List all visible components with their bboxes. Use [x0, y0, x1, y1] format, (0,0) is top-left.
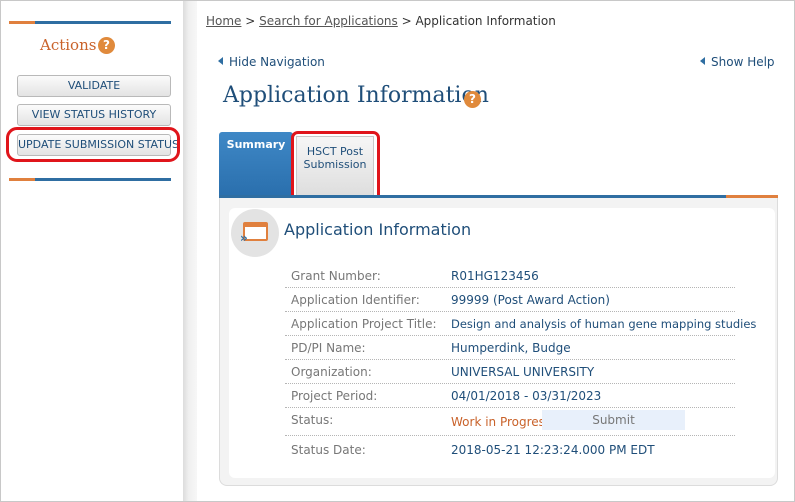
show-help-label: Show Help: [711, 55, 775, 69]
breadcrumb-separator: >: [397, 14, 416, 28]
window-icon: [243, 222, 268, 241]
triangle-left-icon: [218, 57, 223, 65]
status-label: Status:: [291, 413, 334, 427]
pd-pi-name-value: Humperdink, Budge: [451, 341, 571, 355]
view-status-history-button[interactable]: VIEW STATUS HISTORY: [17, 104, 171, 126]
project-title-value: Design and analysis of human gene mappin…: [451, 317, 757, 331]
actions-help-icon[interactable]: ?: [98, 37, 115, 54]
submit-button[interactable]: Submit: [542, 410, 685, 430]
project-period-value: 04/01/2018 - 03/31/2023: [451, 389, 602, 403]
info-row-status: Status: Work in Progress Submit: [285, 408, 735, 436]
project-title-label: Application Project Title:: [291, 317, 437, 331]
organization-value: UNIVERSAL UNIVERSITY: [451, 365, 595, 379]
breadcrumb: Home > Search for Applications > Applica…: [206, 14, 556, 28]
validate-button[interactable]: VALIDATE: [17, 75, 171, 97]
pd-pi-name-label: PD/PI Name:: [291, 341, 366, 355]
info-row-project-title: Application Project Title: Design and an…: [285, 312, 756, 336]
status-date-value: 2018-05-21 12:23:24.000 PM EDT: [451, 443, 655, 457]
hide-navigation-label: Hide Navigation: [229, 55, 325, 69]
highlight-ring-hsct-tab: [291, 131, 380, 202]
breadcrumb-search-link[interactable]: Search for Applications: [259, 14, 398, 28]
breadcrumb-separator: >: [241, 14, 260, 28]
grant-number-label: Grant Number:: [291, 269, 381, 283]
highlight-ring-update-status: [6, 127, 180, 162]
sidebar-bottom-rule: [9, 178, 171, 181]
page-title: Application Information: [223, 83, 489, 108]
info-row-application-identifier: Application Identifier: 99999 (Post Awar…: [285, 288, 735, 312]
sidebar-top-rule: [9, 21, 171, 24]
info-row-pd-pi-name: PD/PI Name: Humperdink, Budge: [285, 336, 735, 360]
status-date-label: Status Date:: [291, 443, 366, 457]
hide-navigation-link[interactable]: Hide Navigation: [218, 55, 325, 69]
grant-number-value: R01HG123456: [451, 269, 539, 283]
actions-heading: Actions: [40, 36, 97, 54]
info-row-project-period: Project Period: 04/01/2018 - 03/31/2023: [285, 384, 735, 408]
organization-label: Organization:: [291, 365, 372, 379]
info-row-status-date: Status Date: 2018-05-21 12:23:24.000 PM …: [285, 438, 735, 462]
double-chevron-right-icon: »: [240, 231, 248, 245]
status-value: Work in Progress: [451, 415, 552, 429]
info-row-organization: Organization: UNIVERSAL UNIVERSITY: [285, 360, 735, 384]
application-identifier-value: 99999 (Post Award Action): [451, 293, 610, 307]
page-help-icon[interactable]: ?: [464, 91, 481, 108]
card-title: Application Information: [284, 220, 472, 239]
info-row-grant-number: Grant Number: R01HG123456: [285, 264, 735, 288]
tab-summary[interactable]: Summary: [219, 132, 293, 196]
breadcrumb-current: Application Information: [415, 14, 556, 28]
project-period-label: Project Period:: [291, 389, 378, 403]
breadcrumb-home-link[interactable]: Home: [206, 14, 241, 28]
sidebar-divider: [183, 1, 197, 501]
show-help-link[interactable]: Show Help: [700, 55, 775, 69]
application-identifier-label: Application Identifier:: [291, 293, 420, 307]
triangle-left-icon: [700, 57, 705, 65]
